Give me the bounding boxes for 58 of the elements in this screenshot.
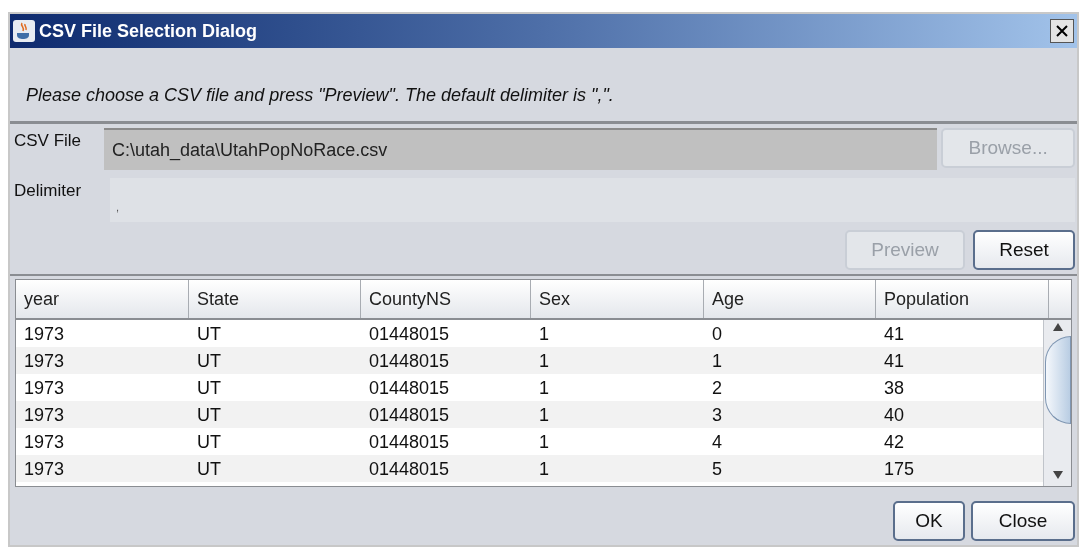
table-cell-text: 1	[538, 458, 550, 481]
coffee-cup-icon	[13, 20, 35, 42]
table-cell-text: 41	[883, 323, 906, 346]
table-cell-text: UT	[196, 350, 222, 373]
column-header[interactable]: Sex	[531, 280, 704, 318]
table-cell-text: 01448015	[368, 404, 451, 427]
table-cell-text: 41	[883, 350, 906, 373]
table-cell-text: 1	[538, 404, 550, 427]
scrollbar[interactable]	[1043, 320, 1071, 486]
column-header[interactable]: State	[189, 280, 361, 318]
table-cell-text: 01448015	[368, 323, 451, 346]
column-header[interactable]: CountyNS	[361, 280, 531, 318]
table-cell-text: 1973	[23, 404, 66, 427]
table-cell-text: 5	[711, 458, 723, 481]
field-label: Delimiter	[14, 180, 83, 202]
column-header[interactable]: Population	[876, 280, 1049, 318]
scrollbar-thumb[interactable]	[1044, 336, 1071, 424]
table-cell-text: 4	[711, 431, 723, 454]
table-cell-text: UT	[196, 431, 222, 454]
table-cell-text: UT	[196, 458, 222, 481]
table-cell-text: 3	[711, 404, 723, 427]
table-cell-text: UT	[196, 377, 222, 400]
close-icon	[1056, 25, 1068, 37]
table-cell-text: 38	[883, 377, 906, 400]
table-cell-text: 01448015	[368, 377, 451, 400]
file-path-field[interactable]: C:\utah_data\UtahPopNoRace.csv	[104, 128, 938, 170]
table-cell-text: 40	[883, 404, 906, 427]
table-cell-text: 42	[883, 431, 906, 454]
close-button[interactable]	[1050, 19, 1074, 43]
table-cell-text: 1973	[23, 431, 66, 454]
table-cell-text: 01448015	[368, 458, 451, 481]
column-header[interactable]: Age	[704, 280, 876, 318]
table-cell-text: 1	[538, 350, 550, 373]
table-cell-text: UT	[196, 404, 222, 427]
table-cell-text: 1973	[23, 377, 66, 400]
table-cell-text: 1973	[23, 458, 66, 481]
table-cell-text: 1	[538, 377, 550, 400]
table-cell-text: 1	[538, 323, 550, 346]
table-cell-text: 2	[711, 377, 723, 400]
table-cell-text: 1973	[23, 350, 66, 373]
table-cell-text: UT	[196, 323, 222, 346]
field-label: CSV File	[14, 130, 83, 152]
button[interactable]: OK	[893, 501, 965, 541]
down-arrow-icon	[1051, 470, 1064, 480]
table-cell-text: 1	[711, 350, 723, 373]
delimiter-field[interactable]: ,	[110, 178, 1075, 222]
table-cell-text: 01448015	[368, 431, 451, 454]
button[interactable]: Close	[971, 501, 1075, 541]
table-cell-text: 175	[883, 458, 916, 481]
button[interactable]: Reset	[973, 230, 1075, 270]
table-cell-text: 1	[538, 431, 550, 454]
table-cell-text: 0	[711, 323, 723, 346]
table-cell-text: 1973	[23, 323, 66, 346]
up-arrow-icon	[1051, 322, 1064, 332]
instruction-text: Please choose a CSV file and press "Preview". The default delimiter is ",".	[26, 84, 614, 107]
table-cell-text: 01448015	[368, 350, 451, 373]
window-title: CSV File Selection Dialog	[39, 19, 259, 43]
column-header[interactable]: year	[16, 280, 189, 318]
